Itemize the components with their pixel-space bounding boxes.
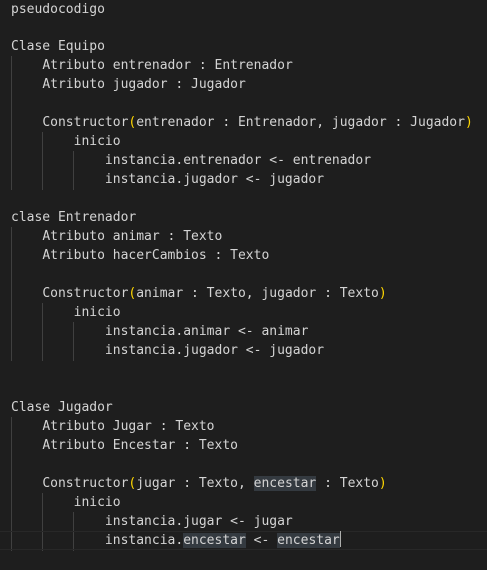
code-line-jugador-inicio[interactable]: inicio — [11, 493, 121, 512]
code-line-jugador-attr2[interactable]: Atributo Encestar : Texto — [11, 436, 238, 455]
code-line-equipo-attr1[interactable]: Atributo entrenador : Entrenador — [11, 56, 292, 75]
code-line-equipo-header[interactable]: Clase Equipo — [11, 37, 105, 56]
word-highlight: encestar — [277, 533, 340, 548]
code-line-jugador-header[interactable]: Clase Jugador — [11, 398, 113, 417]
code-line-jugador-stmt1[interactable]: instancia.jugar <- jugar — [11, 512, 293, 531]
code-line-jugador-attr1[interactable]: Atributo Jugar : Texto — [11, 417, 214, 436]
word-highlight: encestar — [253, 476, 317, 491]
code-line-entrenador-constructor[interactable]: Constructor(animar : Texto, jugador : Te… — [11, 284, 386, 303]
code-line-entrenador-attr1[interactable]: Atributo animar : Texto — [11, 227, 222, 246]
code-line-equipo-inicio[interactable]: inicio — [11, 132, 121, 151]
code-line-entrenador-attr2[interactable]: Atributo hacerCambios : Texto — [11, 246, 269, 265]
code-line-jugador-stmt2[interactable]: instancia.encestar <- encestar — [11, 531, 341, 550]
text-cursor — [339, 531, 341, 547]
code-line-equipo-constructor[interactable]: Constructor(entrenador : Entrenador, jug… — [11, 113, 472, 132]
code-line-equipo-stmt1[interactable]: instancia.entrenador <- entrenador — [11, 151, 371, 170]
code-editor[interactable]: pseudocodigo Clase Equipo Atributo entre… — [0, 0, 487, 570]
code-line-equipo-stmt2[interactable]: instancia.jugador <- jugador — [11, 170, 324, 189]
code-line-entrenador-header[interactable]: clase Entrenador — [11, 208, 136, 227]
code-line-entrenador-stmt2[interactable]: instancia.jugador <- jugador — [11, 341, 324, 360]
code-line-title[interactable]: pseudocodigo — [11, 0, 105, 19]
code-line-entrenador-stmt1[interactable]: instancia.animar <- animar — [11, 322, 309, 341]
word-highlight: encestar — [183, 533, 246, 548]
code-line-entrenador-inicio[interactable]: inicio — [11, 303, 121, 322]
code-line-equipo-attr2[interactable]: Atributo jugador : Jugador — [11, 75, 246, 94]
code-line-jugador-constructor[interactable]: Constructor(jugar : Texto, encestar : Te… — [11, 474, 387, 493]
